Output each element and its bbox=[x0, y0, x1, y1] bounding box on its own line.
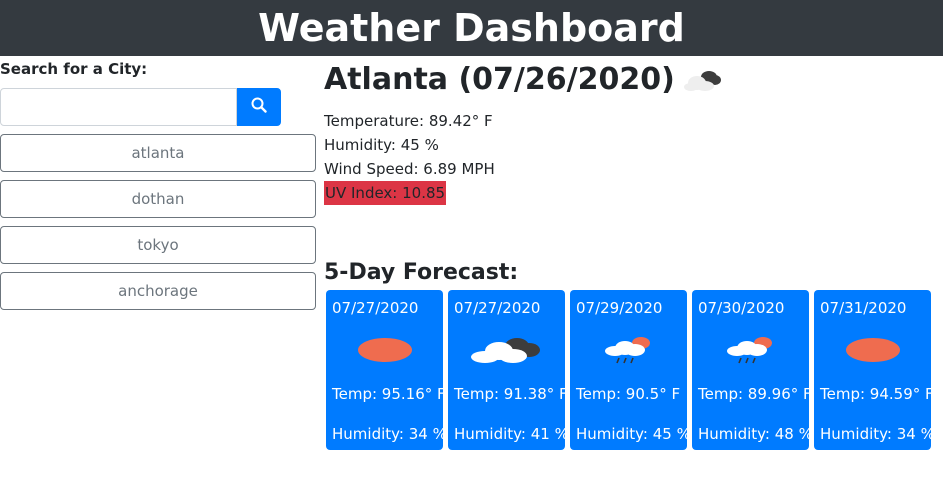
current-temperature: Temperature: 89.42° F bbox=[324, 112, 493, 130]
forecast-temp: Temp: 91.38° F bbox=[454, 385, 568, 403]
current-weather: Atlanta (07/26/2020) Temperature: 89.42°… bbox=[324, 62, 723, 205]
forecast-cards: 07/27/2020 Temp: 95.16° F Humidity: 34 %… bbox=[326, 290, 935, 450]
forecast-temp: Temp: 94.59° F bbox=[820, 385, 934, 403]
forecast-title: 5-Day Forecast: bbox=[324, 260, 519, 285]
rain-icon bbox=[599, 334, 659, 370]
broken-clouds-icon bbox=[467, 334, 547, 370]
sun-icon bbox=[843, 336, 903, 368]
forecast-humidity: Humidity: 34 % bbox=[820, 425, 935, 443]
forecast-date: 07/30/2020 bbox=[698, 299, 785, 317]
current-city-title: Atlanta (07/26/2020) bbox=[324, 62, 675, 97]
forecast-date: 07/27/2020 bbox=[332, 299, 419, 317]
sun-icon bbox=[355, 336, 415, 368]
forecast-temp: Temp: 89.96° F bbox=[698, 385, 812, 403]
forecast-humidity: Humidity: 45 % bbox=[576, 425, 691, 443]
history-button-dothan[interactable]: dothan bbox=[0, 180, 316, 218]
forecast-date: 07/29/2020 bbox=[576, 299, 663, 317]
forecast-card: 07/31/2020 Temp: 94.59° F Humidity: 34 % bbox=[814, 290, 935, 450]
uv-index-badge: UV Index: 10.85 bbox=[324, 181, 447, 205]
history-button-anchorage[interactable]: anchorage bbox=[0, 272, 316, 310]
forecast-humidity: Humidity: 41 % bbox=[454, 425, 569, 443]
search-icon bbox=[251, 97, 267, 117]
forecast-date: 07/31/2020 bbox=[820, 299, 907, 317]
forecast-humidity: Humidity: 48 % bbox=[698, 425, 813, 443]
search-button[interactable] bbox=[237, 88, 281, 126]
search-label: Search for a City: bbox=[0, 60, 148, 78]
rain-icon bbox=[721, 334, 781, 370]
broken-clouds-icon bbox=[683, 67, 723, 97]
app-header: Weather Dashboard bbox=[0, 0, 943, 56]
search-history: atlanta dothan tokyo anchorage bbox=[0, 134, 316, 318]
forecast-card: 07/29/2020 Temp: 90.5° F Humidity: 45 % bbox=[570, 290, 691, 450]
forecast-card: 07/27/2020 Temp: 95.16° F Humidity: 34 % bbox=[326, 290, 447, 450]
current-wind-speed: Wind Speed: 6.89 MPH bbox=[324, 160, 495, 178]
forecast-temp: Temp: 95.16° F bbox=[332, 385, 446, 403]
search-input[interactable] bbox=[0, 88, 237, 126]
current-humidity: Humidity: 45 % bbox=[324, 136, 439, 154]
app-title: Weather Dashboard bbox=[258, 6, 685, 50]
history-button-atlanta[interactable]: atlanta bbox=[0, 134, 316, 172]
forecast-card: 07/27/2020 Temp: 91.38° F Humidity: 41 % bbox=[448, 290, 569, 450]
history-button-tokyo[interactable]: tokyo bbox=[0, 226, 316, 264]
forecast-date: 07/27/2020 bbox=[454, 299, 541, 317]
forecast-humidity: Humidity: 34 % bbox=[332, 425, 447, 443]
forecast-temp: Temp: 90.5° F bbox=[576, 385, 681, 403]
forecast-card: 07/30/2020 Temp: 89.96° F Humidity: 48 % bbox=[692, 290, 813, 450]
